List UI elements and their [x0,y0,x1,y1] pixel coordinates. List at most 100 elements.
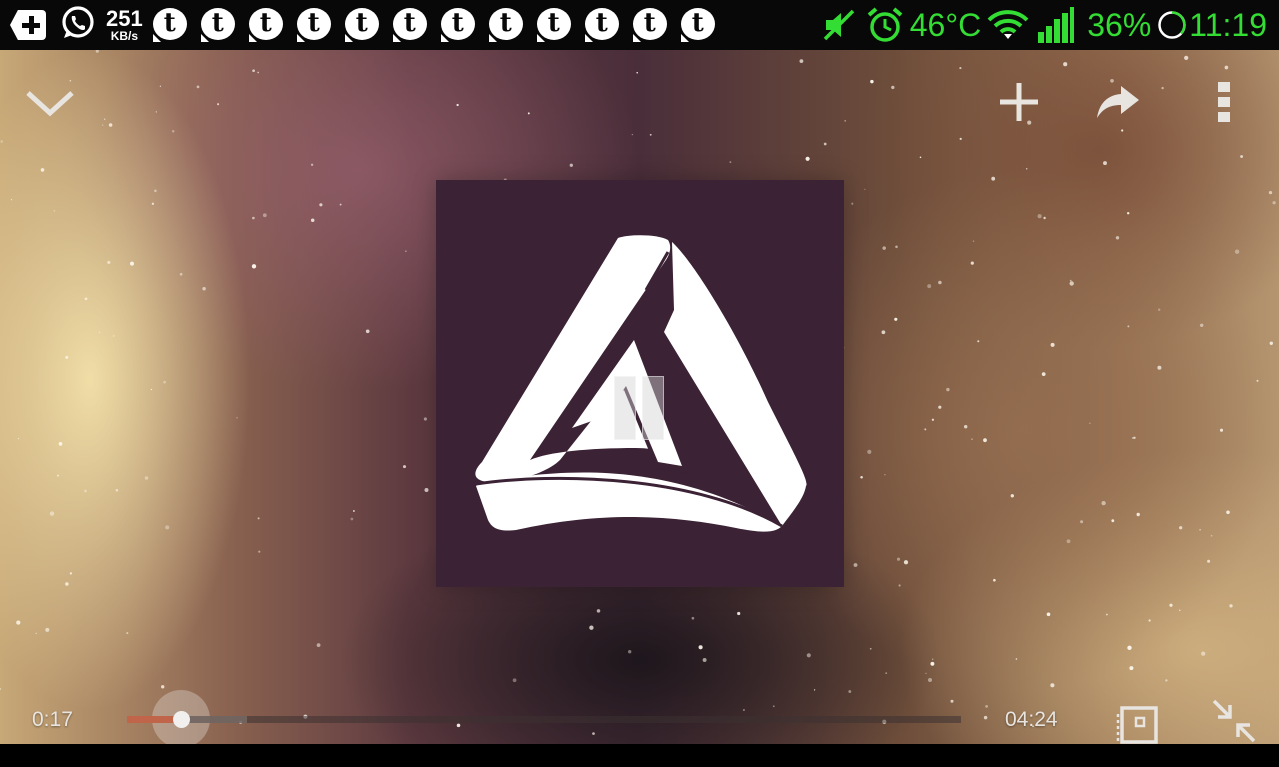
star-dot [1127,645,1132,650]
star-dot [1240,155,1244,158]
star-dot [806,653,811,658]
star-dot [891,85,895,90]
back-plus-icon [10,10,46,40]
star-dot [154,189,157,193]
more-vert-icon [1218,82,1230,122]
star-dot [1148,619,1151,622]
star-dot [946,387,950,392]
star-dot [1210,534,1213,537]
star-dot [1207,559,1211,563]
star-dot [1127,212,1130,215]
video-player[interactable] [0,50,1279,744]
star-dot [592,732,595,735]
seek-bar[interactable] [127,716,961,723]
star-dot [155,111,157,113]
star-dot [65,582,69,586]
star-dot [938,280,942,285]
star-dot [1026,168,1028,170]
temperature: 46°C [909,6,982,43]
star-dot [930,661,935,666]
star-dot [252,216,255,220]
star-dot [636,71,638,74]
star-dot [853,563,858,567]
star-dot [251,264,257,269]
network-speed-unit: KB/s [110,29,139,43]
tumblr-icon: t [200,8,237,42]
star-dot [151,202,155,205]
star-dot [115,488,119,492]
star-dot [1069,279,1072,282]
star-dot [1226,510,1230,515]
star-dot [993,578,996,582]
star-dot [57,474,59,477]
plus-icon [1000,83,1038,121]
star-dot [104,118,106,120]
star-dot [971,438,973,440]
star-dot [1129,666,1134,671]
star-dot [925,672,927,675]
star-dot [1199,528,1201,531]
star-dot [53,209,56,212]
star-dot [1050,342,1055,347]
more-options-button[interactable] [1204,76,1244,128]
star-dot [1089,422,1091,424]
star-dot [813,689,816,691]
star-dot [310,218,315,223]
tumblr-icon: t [536,8,573,42]
star-dot [112,335,115,337]
star-dot [860,476,863,479]
star-dot [959,137,962,141]
star-dot [1132,437,1134,439]
status-bar-system: 46°C 36% 11:19 [822,4,1267,46]
star-dot [959,67,962,70]
collapse-button[interactable] [20,80,80,124]
star-dot [1111,519,1115,523]
star-dot [729,161,732,164]
star-dot [970,261,974,265]
star-dot [864,188,866,191]
star-dot [931,418,935,421]
share-button[interactable] [1090,78,1146,126]
signal-icon [1037,6,1075,44]
star-dot [1224,65,1229,70]
star-dot [319,203,323,207]
tumblr-icon: t [152,8,189,42]
star-dot [365,329,370,334]
star-dot [983,438,987,443]
star-dot [1229,604,1233,608]
star-dot [1080,520,1084,524]
total-duration: 04:24 [1005,708,1058,731]
star-dot [928,678,932,682]
star-dot [108,123,113,127]
pause-indicator-icon[interactable] [612,376,668,440]
tumblr-icon: t [440,8,477,42]
add-to-playlist-button[interactable] [992,78,1046,126]
star-dot [1158,308,1161,311]
chevron-down-icon [26,91,74,117]
minimize-player-button[interactable] [1208,696,1260,746]
star-dot [252,69,255,73]
star-dot [1010,494,1014,498]
star-dot [882,246,886,250]
star-dot [851,202,854,205]
star-dot [163,380,167,384]
star-dot [144,476,149,480]
mute-icon [822,8,856,42]
star-dot [1069,281,1074,286]
status-bar: 251 KB/s tttttttttttt 46°C 36% 11:19 [0,0,1279,50]
status-bar-notifications: 251 KB/s tttttttttttt [10,5,729,45]
tumblr-notifications: tttttttttttt [152,8,729,42]
star-dot [972,240,975,242]
star-dot [405,250,407,252]
star-dot [870,79,874,84]
star-dot [631,133,634,136]
star-dot [1272,201,1276,205]
star-dot [257,71,260,74]
star-dot [698,645,703,650]
star-dot [869,647,872,650]
star-dot [867,449,872,454]
seek-thumb[interactable] [172,711,190,728]
battery-icon [1157,10,1187,40]
star-dot [84,297,88,301]
star-dot [702,658,707,662]
